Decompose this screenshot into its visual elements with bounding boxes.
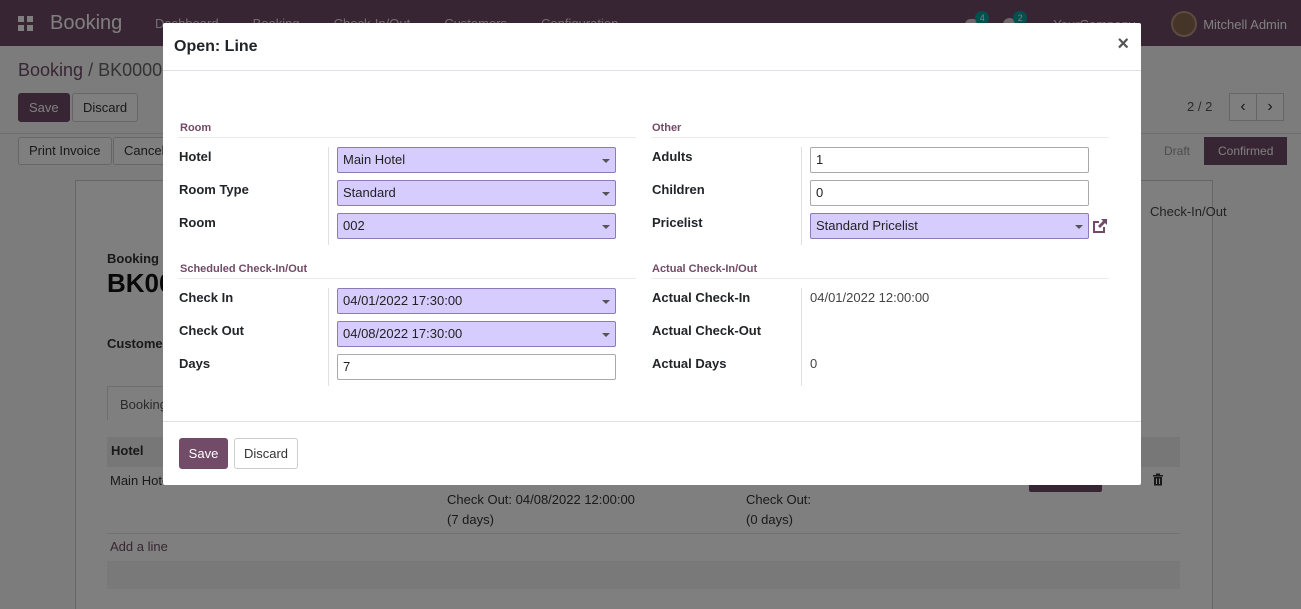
actual-check-in-value: 04/01/2022 12:00:00 [810,290,930,305]
hotel-label: Hotel [179,149,212,164]
check-in-value: 04/01/2022 17:30:00 [343,293,463,308]
pricelist-select[interactable]: Standard Pricelist [810,213,1089,239]
hotel-select[interactable]: Main Hotel [337,147,616,173]
check-out-label: Check Out [179,323,245,338]
actual-days-label: Actual Days [652,356,727,371]
close-icon[interactable]: × [1117,33,1129,56]
chevron-down-icon [1075,225,1083,229]
actual-group-label-divider [801,288,802,386]
room-type-value: Standard [343,185,396,200]
discard-button[interactable]: Discard [234,438,298,469]
other-group-title: Other [652,122,682,134]
check-in-label: Check In [179,290,234,305]
days-label: Days [179,356,211,371]
hotel-value: Main Hotel [343,152,406,167]
room-type-select[interactable]: Standard [337,180,616,206]
actual-group-title: Actual Check-In/Out [652,263,758,275]
pricelist-value: Standard Pricelist [816,218,918,233]
pricelist-label: Pricelist [652,215,703,230]
days-input[interactable]: 7 [337,354,616,380]
check-out-datetime[interactable]: 04/08/2022 17:30:00 [337,321,616,347]
scheduled-group-title: Scheduled Check-In/Out [180,263,308,275]
chevron-down-icon [602,192,610,196]
room-value: 002 [343,218,365,233]
dialog-header: Open: Line × [163,23,1141,71]
children-input[interactable]: 0 [810,180,1089,206]
chevron-down-icon [602,333,610,337]
adults-label: Adults [652,149,693,164]
children-label: Children [652,182,705,197]
dialog-footer: Save Discard [163,421,1141,485]
check-in-datetime[interactable]: 04/01/2022 17:30:00 [337,288,616,314]
room-group-title: Room [180,122,212,134]
actual-check-out-label: Actual Check-Out [652,323,762,338]
adults-input[interactable]: 1 [810,147,1089,173]
check-out-value: 04/08/2022 17:30:00 [343,326,463,341]
room-select[interactable]: 002 [337,213,616,239]
chevron-down-icon [602,159,610,163]
chevron-down-icon [602,300,610,304]
save-button[interactable]: Save [179,438,228,469]
room-group-divider [178,137,636,138]
room-group-label-divider [328,147,329,245]
line-dialog: Open: Line × Room Hotel Main Hotel Room … [163,23,1141,485]
other-group-divider [651,137,1109,138]
chevron-down-icon [602,225,610,229]
dialog-title: Open: Line [174,38,258,55]
room-type-label: Room Type [179,182,249,197]
scheduled-group-divider [178,278,636,279]
scheduled-group-label-divider [328,288,329,386]
actual-days-value: 0 [810,356,818,371]
room-label: Room [179,215,216,230]
actual-group-divider [651,278,1109,279]
actual-check-in-label: Actual Check-In [652,290,751,305]
external-link-icon[interactable] [1090,216,1110,236]
other-group-label-divider [801,147,802,245]
